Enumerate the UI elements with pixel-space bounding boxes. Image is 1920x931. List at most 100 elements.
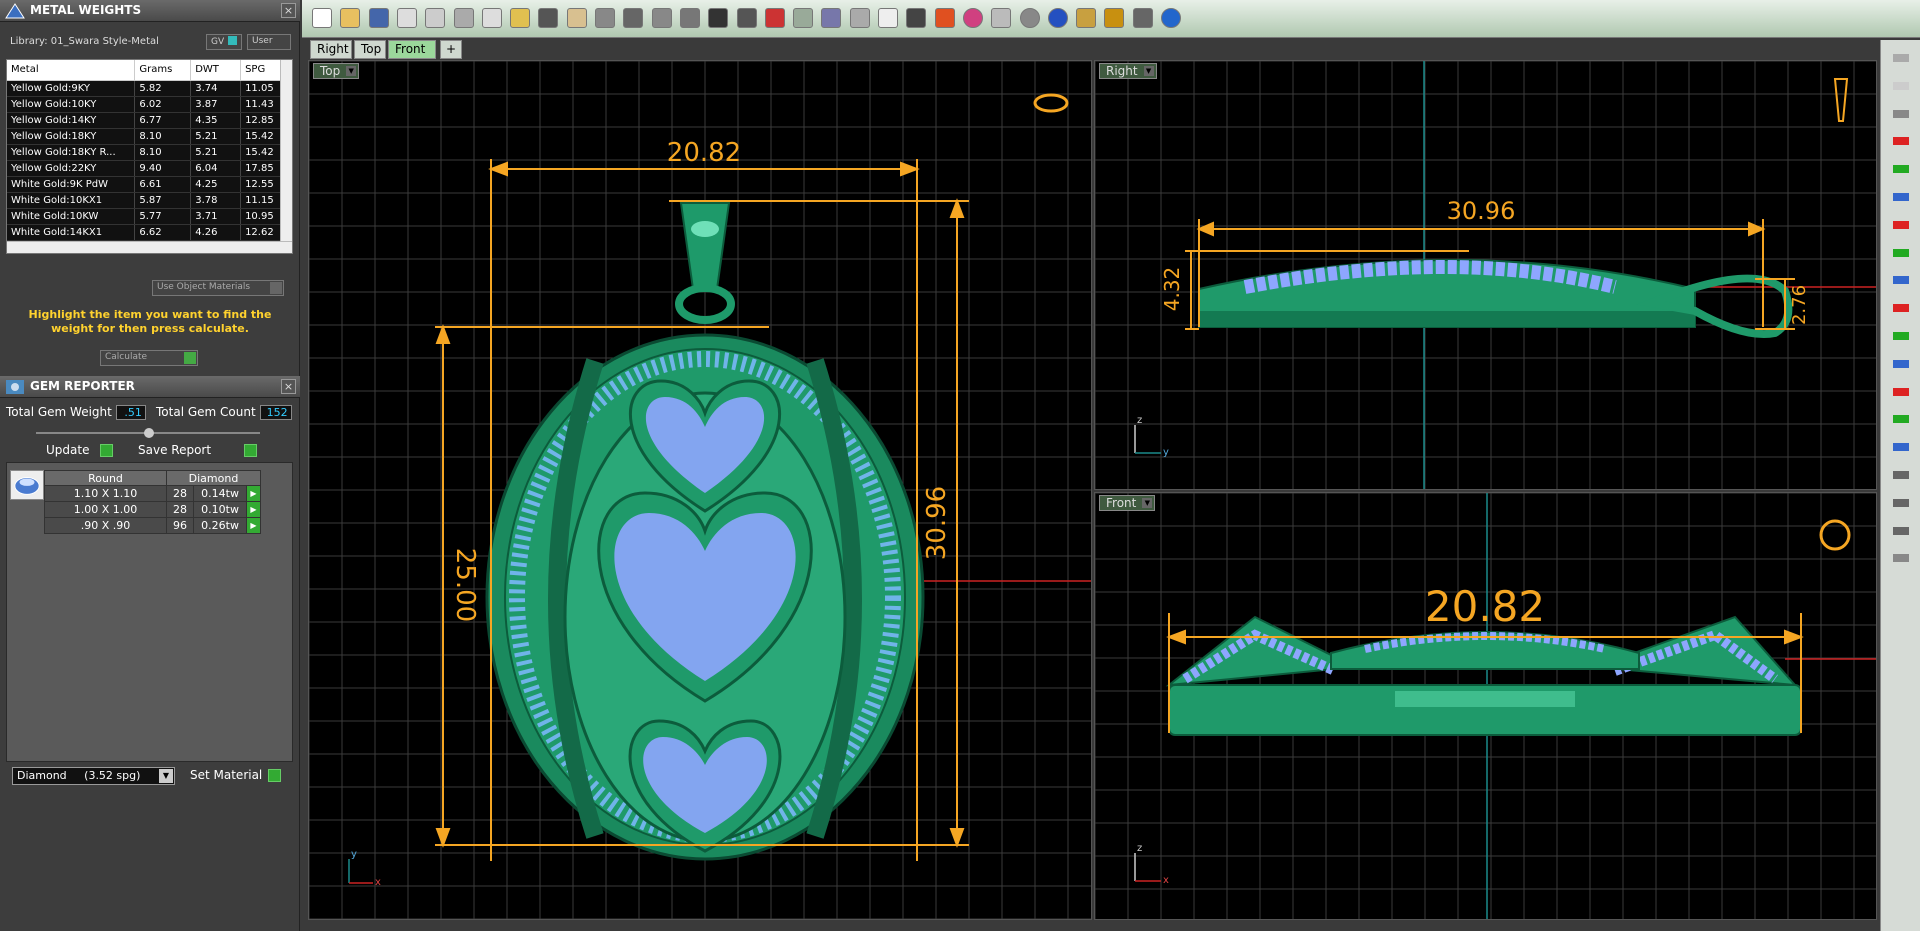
- new-file-icon[interactable]: [312, 8, 332, 28]
- gv-toggle[interactable]: GV: [206, 34, 243, 50]
- undo-icon[interactable]: [538, 8, 559, 28]
- use-object-materials-field[interactable]: Use Object Materials: [152, 280, 284, 296]
- add-tab-icon[interactable]: +: [440, 40, 462, 59]
- cut-icon[interactable]: [453, 8, 474, 28]
- vertical-scrollbar[interactable]: [280, 60, 292, 243]
- arrow-down-icon[interactable]: [1890, 243, 1912, 263]
- viewport-icon[interactable]: [1890, 48, 1912, 68]
- save-icon[interactable]: [368, 8, 389, 28]
- clipboard-icon[interactable]: [510, 8, 531, 28]
- chevron-down-icon[interactable]: ▼: [1142, 498, 1153, 508]
- open-folder-icon[interactable]: [340, 8, 361, 28]
- light-bulb-icon[interactable]: [1890, 76, 1912, 96]
- gem-table[interactable]: Round Diamond 1.10 X 1.10 28 0.14tw ▶ 1.00 X…: [44, 470, 261, 534]
- table-row[interactable]: White Gold:14KX1 6.62 4.26 12.62: [7, 224, 287, 241]
- table-row[interactable]: Yellow Gold:18KY R... 8.10 5.21 15.42: [7, 144, 287, 161]
- gem-row[interactable]: 1.10 X 1.10 28 0.14tw ▶: [44, 485, 261, 502]
- settings-icon[interactable]: [1104, 8, 1125, 28]
- arrow-updown-blue-icon[interactable]: [1890, 354, 1912, 374]
- properties-icon[interactable]: [1132, 8, 1153, 28]
- metal-table[interactable]: Metal Grams DWT SPG Yellow Gold:9KY 5.82 3…: [6, 59, 293, 254]
- sphere-icon[interactable]: [1890, 104, 1912, 124]
- gem-row[interactable]: 1.00 X 1.00 28 0.10tw ▶: [44, 501, 261, 518]
- col-metal[interactable]: Metal: [7, 60, 136, 81]
- help-icon[interactable]: [1161, 8, 1181, 28]
- zoom-extents-icon[interactable]: [679, 8, 700, 28]
- paste-icon[interactable]: [481, 8, 502, 28]
- top-viewport-label[interactable]: Top ▼: [313, 63, 360, 79]
- arrow-up-icon[interactable]: [1890, 159, 1912, 179]
- zoom-icon[interactable]: [623, 8, 644, 28]
- arrow-down-blue-icon[interactable]: [1890, 270, 1912, 290]
- arrow-up-left-icon[interactable]: [1890, 187, 1912, 207]
- snap-icon[interactable]: [793, 8, 814, 28]
- sphere-icon[interactable]: [1047, 8, 1068, 28]
- round-gem-icon[interactable]: [10, 470, 44, 500]
- table-row[interactable]: White Gold:10KW 5.77 3.71 10.95: [7, 208, 287, 225]
- render-icon[interactable]: [1019, 8, 1040, 28]
- tab-right[interactable]: Right: [310, 40, 352, 59]
- front-viewport-label[interactable]: Front ▼: [1099, 495, 1156, 511]
- print-icon[interactable]: [396, 8, 417, 28]
- close-icon[interactable]: ×: [281, 379, 296, 394]
- arrow-stack-icon[interactable]: [1890, 409, 1912, 429]
- rotate-view-icon[interactable]: [708, 8, 729, 28]
- chevron-down-icon[interactable]: ▼: [159, 769, 173, 783]
- select-gem-button[interactable]: ▶: [246, 517, 261, 534]
- table-row[interactable]: Yellow Gold:14KY 6.77 4.35 12.85: [7, 112, 287, 129]
- table-row[interactable]: White Gold:9K PdW 6.61 4.25 12.55: [7, 176, 287, 193]
- layer-icon[interactable]: [934, 8, 955, 28]
- material-icon[interactable]: [991, 8, 1012, 28]
- close-icon[interactable]: ×: [281, 3, 296, 18]
- line-alt-icon[interactable]: [1890, 521, 1912, 541]
- arrow-updown-icon[interactable]: [1890, 326, 1912, 346]
- move-icon[interactable]: [595, 8, 615, 28]
- named-view-icon[interactable]: [849, 8, 870, 28]
- table-row[interactable]: White Gold:10KX1 5.87 3.78 11.15: [7, 192, 287, 209]
- dwt-value: 3.71: [190, 208, 242, 225]
- arrow-both-icon[interactable]: [1890, 298, 1912, 318]
- tab-front[interactable]: Front: [388, 40, 436, 59]
- arrow-right-icon[interactable]: [1890, 131, 1912, 151]
- eraser-icon[interactable]: [1890, 548, 1912, 568]
- material-select[interactable]: Diamond (3.52 spg) ▼: [12, 767, 175, 785]
- calculate-button[interactable]: Calculate: [100, 350, 198, 366]
- pencil-icon[interactable]: [1076, 8, 1097, 28]
- light-icon[interactable]: [878, 8, 898, 28]
- chevron-down-icon[interactable]: ▼: [346, 66, 357, 76]
- set-material-button[interactable]: Set Material: [184, 767, 282, 785]
- arrow-stack-blue-icon[interactable]: [1890, 437, 1912, 457]
- arrow-left-icon[interactable]: [1890, 215, 1912, 235]
- color-wheel-icon[interactable]: [962, 8, 983, 28]
- col-dwt[interactable]: DWT: [190, 60, 242, 81]
- right-viewport[interactable]: 30.96 4.32 2.76 z y Right ▼: [1094, 60, 1877, 490]
- pan-hand-icon[interactable]: [566, 8, 587, 28]
- slider-handle[interactable]: [144, 428, 154, 438]
- top-viewport[interactable]: 20.82 30.96 25.00 y x Top ▼: [308, 60, 1092, 920]
- horizontal-scrollbar[interactable]: [7, 241, 292, 253]
- copy-icon[interactable]: [425, 8, 446, 28]
- table-row[interactable]: Yellow Gold:9KY 5.82 3.74 11.05: [7, 80, 287, 97]
- front-viewport[interactable]: 20.82 z x Front ▼: [1094, 492, 1877, 920]
- arrow-in-icon[interactable]: [1890, 382, 1912, 402]
- chevron-down-icon[interactable]: ▼: [1143, 66, 1154, 76]
- table-row[interactable]: Yellow Gold:18KY 8.10 5.21 15.42: [7, 128, 287, 145]
- zoom-window-icon[interactable]: [651, 8, 672, 28]
- table-row[interactable]: Yellow Gold:10KY 6.02 3.87 11.43: [7, 96, 287, 113]
- save-report-button[interactable]: Save Report: [132, 442, 258, 460]
- lock-icon[interactable]: [906, 8, 927, 28]
- curve-icon[interactable]: [1890, 465, 1912, 485]
- update-button[interactable]: Update: [40, 442, 114, 460]
- user-toggle[interactable]: User: [247, 34, 291, 50]
- select-gem-button[interactable]: ▶: [246, 485, 261, 502]
- grid-icon[interactable]: [736, 8, 757, 28]
- tab-top[interactable]: Top: [354, 40, 386, 59]
- gem-row[interactable]: .90 X .90 96 0.26tw ▶: [44, 517, 261, 534]
- car-icon[interactable]: [764, 8, 785, 28]
- select-gem-button[interactable]: ▶: [246, 501, 261, 518]
- table-row[interactable]: Yellow Gold:22KY 9.40 6.04 17.85: [7, 160, 287, 177]
- col-grams[interactable]: Grams: [134, 60, 192, 81]
- right-viewport-label[interactable]: Right ▼: [1099, 63, 1157, 79]
- osnap-icon[interactable]: [821, 8, 842, 28]
- line-icon[interactable]: [1890, 493, 1912, 513]
